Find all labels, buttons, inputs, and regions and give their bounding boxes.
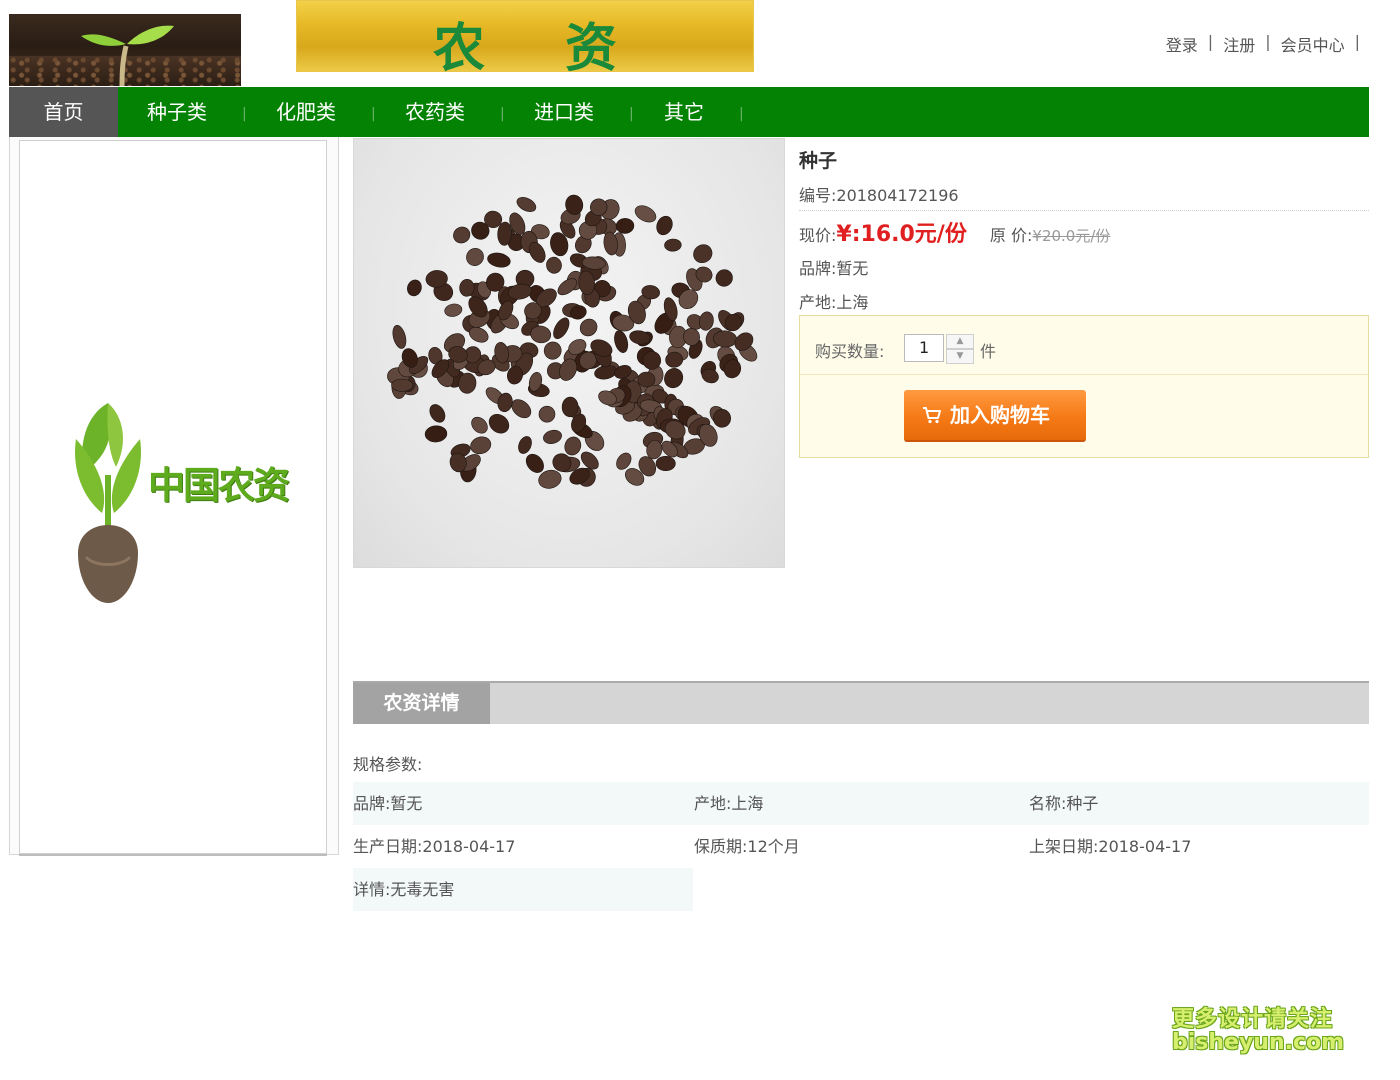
product-name: 种子: [799, 150, 838, 172]
seeds-photo: [387, 194, 758, 489]
price-row: 现价:¥:16.0元/份 原 价:¥20.0元/份: [799, 216, 1110, 248]
main-nav: 首页 种子类 | 化肥类 | 农药类 | 进口类 | 其它 |: [9, 87, 1369, 137]
original-price: ¥20.0元/份: [1032, 227, 1111, 245]
spec-origin: 产地:上海: [694, 794, 764, 813]
product-origin: 产地:上海: [799, 293, 869, 312]
spec-shelf-life: 保质期:12个月: [694, 837, 800, 856]
purchase-box: 购买数量: 1 ▲ ▼ 件 加入购物车: [799, 315, 1369, 458]
product-code: 编号:201804172196: [799, 186, 959, 205]
login-link[interactable]: 登录: [1166, 32, 1198, 56]
nav-divider: |: [629, 106, 634, 122]
quantity-stepper: ▲ ▼: [946, 334, 974, 364]
add-to-cart-button[interactable]: 加入购物车: [904, 390, 1086, 442]
nav-item-imported[interactable]: 进口类: [514, 87, 614, 137]
nav-divider: |: [739, 106, 744, 122]
product-brand: 品牌:暂无: [799, 259, 869, 278]
price-label: 现价:: [799, 226, 837, 245]
sprout-logo-image: [9, 14, 241, 86]
spec-heading: 规格参数:: [353, 755, 423, 774]
nav-divider: |: [500, 106, 505, 122]
original-price-label: 原 价:: [989, 226, 1033, 245]
purchase-divider: [800, 374, 1368, 375]
quantity-input[interactable]: 1: [904, 334, 944, 362]
watermark-line2: bisheyun.com: [1172, 1030, 1345, 1055]
spec-name: 名称:种子: [1029, 794, 1099, 813]
tab-details[interactable]: 农资详情: [353, 683, 490, 724]
add-to-cart-label: 加入购物车: [950, 403, 1050, 427]
divider: |: [1354, 32, 1360, 51]
spec-brand: 品牌:暂无: [353, 794, 423, 813]
cart-icon: [923, 407, 941, 424]
nav-item-fertilizer[interactable]: 化肥类: [256, 87, 356, 137]
spec-description: 详情:无毒无害: [353, 868, 693, 911]
spec-listing-date: 上架日期:2018-04-17: [1029, 837, 1192, 856]
nav-item-pesticide[interactable]: 农药类: [385, 87, 485, 137]
register-link[interactable]: 注册: [1223, 32, 1255, 56]
divider: |: [1265, 32, 1271, 51]
nav-item-home[interactable]: 首页: [9, 87, 118, 137]
nav-item-seeds[interactable]: 种子类: [127, 87, 227, 137]
quantity-up-icon[interactable]: ▲: [946, 334, 974, 349]
watermark-line1: 更多设计请关注: [1172, 1007, 1334, 1032]
spec-row: 品牌:暂无 产地:上海 名称:种子: [353, 782, 1369, 825]
spec-production-date: 生产日期:2018-04-17: [353, 837, 516, 856]
nav-item-other[interactable]: 其它: [634, 87, 734, 137]
nav-divider: |: [242, 106, 247, 122]
details-tab-bar: 农资详情: [353, 681, 1369, 724]
top-links: 登录 | 注册 | 会员中心 |: [1166, 32, 1370, 56]
divider: |: [1207, 32, 1214, 51]
current-price: ¥:16.0元/份: [836, 222, 967, 247]
nav-divider: |: [371, 106, 376, 122]
quantity-label: 购买数量:: [815, 342, 885, 361]
spec-row: 生产日期:2018-04-17 保质期:12个月 上架日期:2018-04-17: [353, 825, 1369, 868]
quantity-down-icon[interactable]: ▼: [946, 349, 974, 364]
product-image: [353, 138, 785, 568]
quantity-unit: 件: [980, 342, 997, 361]
banner-text: 农资: [432, 18, 697, 79]
info-divider: [799, 210, 1369, 211]
member-center-link[interactable]: 会员中心: [1281, 32, 1345, 56]
aside-logo-text: 中国农资: [148, 464, 290, 507]
site-banner: 农资: [296, 0, 754, 79]
